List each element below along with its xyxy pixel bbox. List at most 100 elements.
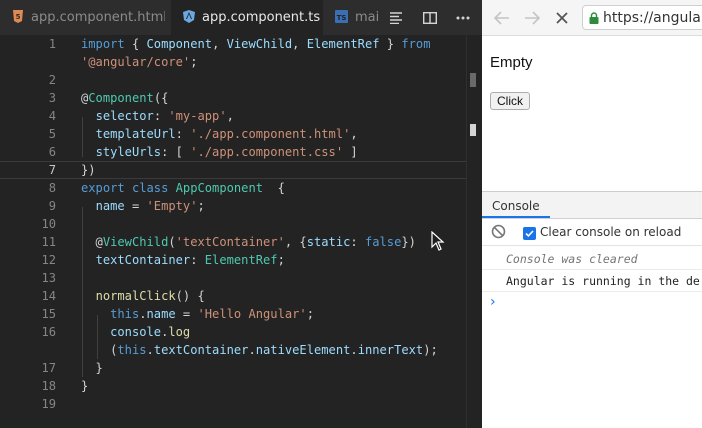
tab-label: main xyxy=(355,10,380,25)
click-button[interactable]: Click xyxy=(490,92,530,110)
scrollbar-marker xyxy=(470,73,476,87)
split-editor-icon[interactable] xyxy=(415,0,445,35)
console-toolbar: Clear console on reload xyxy=(482,219,702,246)
line-number: 7 xyxy=(48,163,56,177)
code-text: selector: 'my-app', xyxy=(95,109,234,123)
url-text: https://angular xyxy=(603,9,702,26)
code-text: styleUrls: [ './app.component.css' ] xyxy=(95,145,358,159)
forward-arrow-icon[interactable] xyxy=(520,6,544,30)
clear-on-reload-checkbox[interactable] xyxy=(523,227,536,240)
tab-app-component-ts[interactable]: app.component.ts × xyxy=(171,0,323,35)
line-number: 4 xyxy=(48,109,56,123)
page-viewport: Empty Click xyxy=(482,35,702,191)
code-line[interactable]: 11 @ViewChild('textContainer', {static: … xyxy=(0,233,466,251)
line-number: 19 xyxy=(41,397,56,411)
stop-icon[interactable] xyxy=(550,6,574,30)
line-number: 10 xyxy=(41,217,56,231)
code-text: } xyxy=(81,361,103,375)
code-text: templateUrl: './app.component.html', xyxy=(95,127,358,141)
code-line[interactable]: 9 name = 'Empty'; xyxy=(0,197,466,215)
indent-guide xyxy=(82,117,83,157)
code-text: (this.textContainer.nativeElement.innerT… xyxy=(81,343,438,357)
svg-text:5: 5 xyxy=(16,13,21,21)
line-number: 12 xyxy=(41,253,56,267)
code-line[interactable]: 5 templateUrl: './app.component.html', xyxy=(0,125,466,143)
code-line[interactable]: 18} xyxy=(0,377,466,395)
code-text: } xyxy=(81,379,89,393)
console-prompt[interactable]: › xyxy=(490,294,496,310)
clear-console-icon[interactable] xyxy=(491,224,506,243)
typescript-icon: TS xyxy=(335,9,348,26)
editor-tab-bar: 5 app.component.html app.component.ts × … xyxy=(0,0,482,35)
line-number: 5 xyxy=(48,127,56,141)
lock-icon xyxy=(589,11,599,24)
code-line[interactable]: 8 export class AppComponent { xyxy=(0,179,466,197)
indent-guide xyxy=(82,207,83,377)
code-line[interactable]: 15 this.name = 'Hello Angular'; xyxy=(0,305,466,323)
browser-window: https://angular Empty Click Console Clea… xyxy=(482,0,702,428)
tab-label: app.component.ts xyxy=(202,10,321,25)
line-number: 15 xyxy=(41,307,56,321)
back-arrow-icon[interactable] xyxy=(490,6,514,30)
line-number: 1 xyxy=(48,37,56,51)
page-title: Empty xyxy=(490,54,533,71)
html5-icon: 5 xyxy=(12,9,24,26)
line-number: 18 xyxy=(41,379,56,393)
code-line[interactable]: 10 xyxy=(0,215,466,233)
svg-text:TS: TS xyxy=(337,14,347,22)
line-number: 17 xyxy=(41,361,56,375)
line-number: 2 xyxy=(48,73,56,87)
code-text: this.name = 'Hello Angular'; xyxy=(110,307,314,321)
code-line[interactable]: 6 styleUrls: [ './app.component.css' ] xyxy=(0,143,466,161)
code-line[interactable]: 14 normalClick() { xyxy=(0,287,466,305)
scrollbar-marker xyxy=(470,124,476,136)
code-line[interactable]: (this.textContainer.nativeElement.innerT… xyxy=(0,341,466,359)
code-line[interactable]: 1 import { Component, ViewChild, ElementR… xyxy=(0,35,466,53)
code-text: @ViewChild('textContainer', {static: fal… xyxy=(81,235,416,249)
line-number: 16 xyxy=(41,325,56,339)
more-icon[interactable] xyxy=(448,0,478,35)
tab-label: app.component.html xyxy=(31,10,165,25)
editor-scrollbar[interactable] xyxy=(466,35,482,428)
code-line[interactable]: 7}) xyxy=(0,161,466,179)
line-number: 9 xyxy=(48,199,56,213)
code-text: @Component({ xyxy=(81,91,169,105)
line-number: 11 xyxy=(41,235,56,249)
line-number: 6 xyxy=(48,145,56,159)
code-line[interactable]: 12 textContainer: ElementRef; xyxy=(0,251,466,269)
angular-icon xyxy=(183,9,195,26)
browser-toolbar: https://angular xyxy=(482,0,702,36)
code-editor[interactable]: 5 app.component.html app.component.ts × … xyxy=(0,0,482,428)
indent-guide xyxy=(97,315,98,359)
address-bar[interactable]: https://angular xyxy=(582,5,702,30)
code-text: export class AppComponent { xyxy=(81,181,285,195)
tab-app-component-html[interactable]: 5 app.component.html xyxy=(0,0,165,35)
devtools-tab-bar: Console xyxy=(482,192,702,219)
code-line[interactable]: 19 xyxy=(0,395,466,413)
console-message: Angular is running in the de xyxy=(482,270,702,292)
code-text: textContainer: ElementRef; xyxy=(95,253,285,267)
code-text: }) xyxy=(81,163,96,177)
code-line[interactable]: 13 xyxy=(0,269,466,287)
code-line[interactable]: 2 xyxy=(0,71,466,89)
code-text: name = 'Empty'; xyxy=(95,199,205,213)
console-message: Console was cleared xyxy=(482,248,702,270)
code-text: '@angular/core'; xyxy=(81,55,198,69)
code-line[interactable]: 3 @Component({ xyxy=(0,89,466,107)
line-number: 8 xyxy=(48,181,56,195)
code-line[interactable]: '@angular/core'; xyxy=(0,53,466,71)
tab-console[interactable]: Console xyxy=(482,192,550,218)
code-text: normalClick() { xyxy=(95,289,205,303)
mouse-pointer-icon xyxy=(431,230,445,255)
code-line[interactable]: 16 console.log xyxy=(0,323,466,341)
code-area[interactable]: 1 import { Component, ViewChild, ElementR… xyxy=(0,35,466,428)
tab-main[interactable]: TS main xyxy=(323,0,380,35)
line-number: 13 xyxy=(41,271,56,285)
clear-on-reload-label: Clear console on reload xyxy=(540,225,682,239)
line-number: 3 xyxy=(48,91,56,105)
devtools-panel: Console Clear console on reload Console … xyxy=(482,191,702,428)
outline-icon[interactable] xyxy=(381,0,411,35)
code-line[interactable]: 4 selector: 'my-app', xyxy=(0,107,466,125)
code-line[interactable]: 17 } xyxy=(0,359,466,377)
line-number: 14 xyxy=(41,289,56,303)
